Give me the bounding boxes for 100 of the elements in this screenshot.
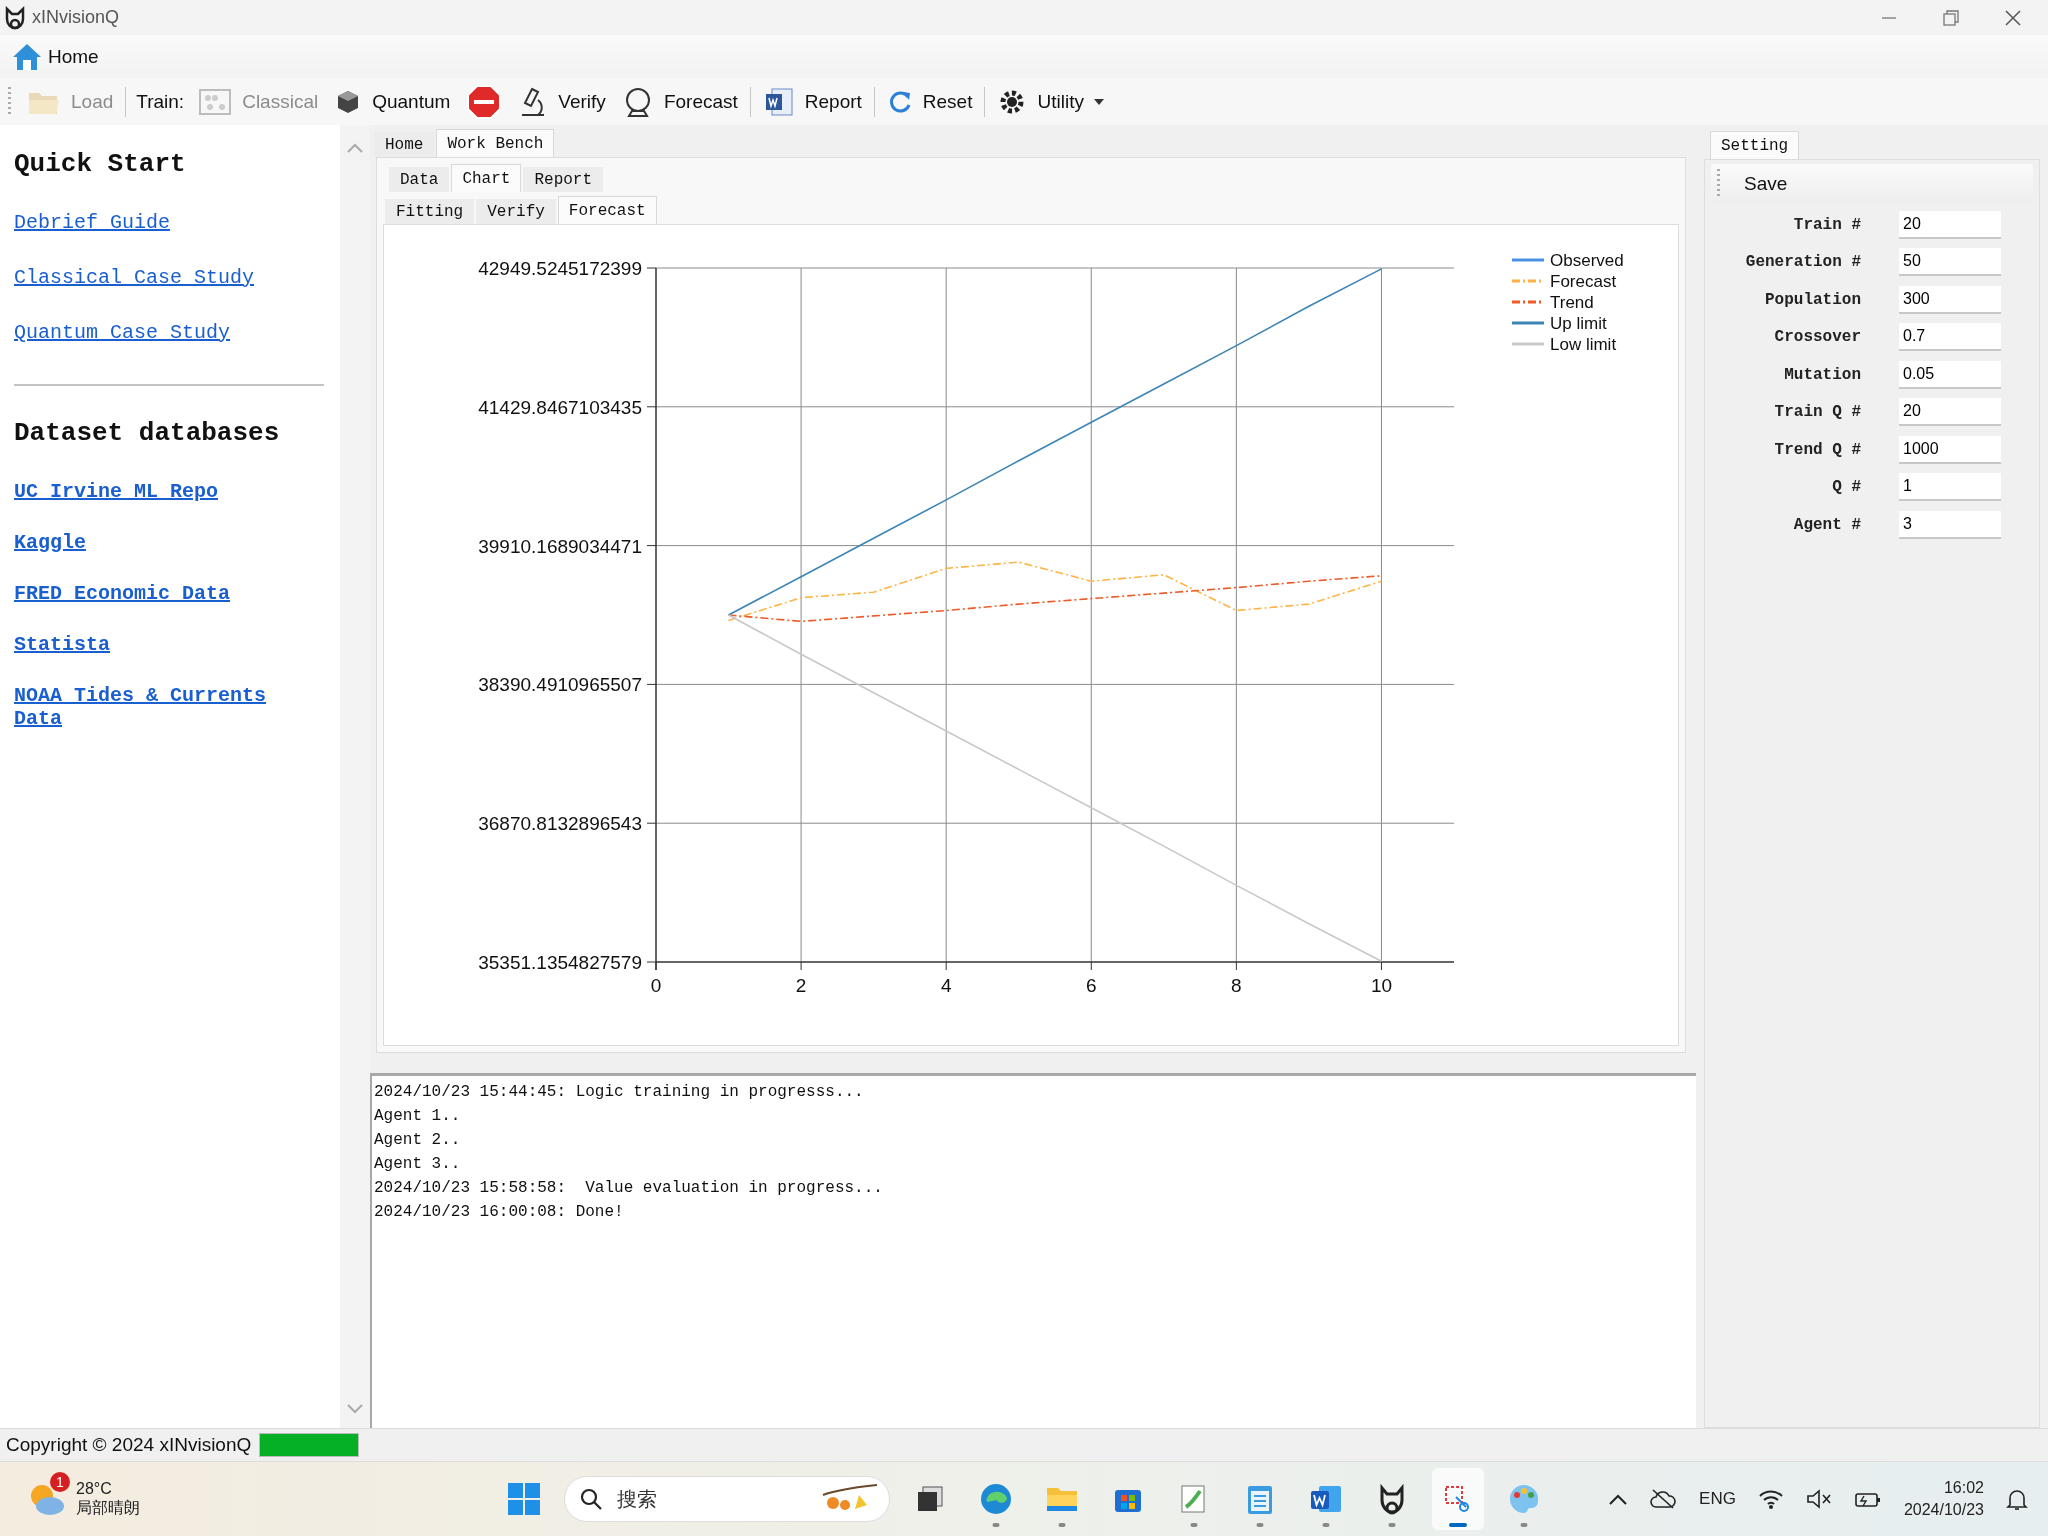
app-logo-icon — [4, 5, 26, 30]
input-field[interactable]: 300 — [1899, 285, 2001, 314]
axis-tick-label: 39910.1689034471 — [478, 535, 642, 557]
input-field[interactable]: 50 — [1899, 248, 2001, 277]
sidebar-link[interactable]: Statista — [14, 633, 304, 656]
legend-swatch — [1512, 279, 1544, 283]
tab[interactable]: Work Bench — [436, 129, 555, 157]
tab[interactable]: Chart — [451, 164, 522, 192]
windows-icon — [507, 1482, 541, 1516]
speaker-muted-icon[interactable] — [1805, 1488, 1832, 1510]
legend-label: Up limit — [1550, 314, 1607, 333]
cloud-off-icon[interactable] — [1649, 1488, 1678, 1510]
paint-icon — [1507, 1482, 1541, 1516]
field-label: Train # — [1792, 215, 1861, 234]
input-field[interactable]: 0.7 — [1899, 323, 2001, 352]
tab[interactable]: Forecast — [557, 196, 657, 224]
notification-bell-icon[interactable] — [2006, 1487, 2028, 1511]
save-button[interactable]: Save — [1740, 173, 1792, 195]
time-text: 16:02 — [1943, 1478, 1984, 1498]
axis-tick-label: 36870.8132896543 — [478, 813, 642, 835]
home-icon — [12, 41, 42, 72]
copyright-text: Copyright © 2024 xINvisionQ — [6, 1434, 252, 1456]
legend-label: Trend — [1550, 293, 1594, 312]
input-field[interactable]: 1000 — [1899, 435, 2001, 464]
menu-item[interactable]: Home — [12, 41, 99, 72]
axis-tick-label: 10 — [1370, 975, 1392, 996]
window-title: xINvisionQ — [32, 7, 120, 28]
toolbar-label: Train: — [135, 90, 186, 113]
field-label: Trend Q # — [1773, 440, 1861, 459]
axis-tick-label: 0 — [650, 975, 662, 996]
sidebar-link[interactable]: Debrief Guide — [14, 211, 304, 234]
tab[interactable]: Setting — [1710, 131, 1800, 159]
toolbar-button[interactable]: Quantum — [326, 81, 459, 122]
temperature-text: 28°C — [76, 1479, 113, 1498]
field-label: Crossover — [1773, 328, 1861, 347]
input-field[interactable]: 20 — [1899, 398, 2001, 427]
input-field[interactable]: 0.05 — [1899, 360, 2001, 389]
sidebar-link[interactable]: UC Irvine ML Repo — [14, 480, 304, 503]
clock[interactable]: 16:02 2024/10/23 — [1903, 1477, 1984, 1521]
chevron-up-icon[interactable] — [1609, 1493, 1628, 1505]
legend-swatch — [1512, 258, 1544, 262]
log-line: Agent 3.. — [374, 1154, 462, 1175]
axis-tick-label: 2 — [795, 975, 807, 996]
search-icon — [579, 1487, 603, 1511]
legend-swatch — [1512, 300, 1544, 304]
tab[interactable]: Report — [523, 167, 604, 192]
log-line: 2024/10/23 15:44:45: Logic training in progresss... — [374, 1082, 865, 1103]
log-line: 2024/10/23 15:58:58: Value evaluation in progress... — [374, 1178, 884, 1199]
tab[interactable]: Fitting — [385, 199, 475, 224]
close-icon[interactable] — [2004, 8, 2022, 27]
tab[interactable]: Data — [389, 167, 450, 192]
input-field[interactable]: 1 — [1899, 473, 2001, 502]
sidebar-link[interactable]: Classical Case Study — [14, 266, 304, 289]
tab[interactable]: Verify — [476, 199, 556, 224]
legend-swatch — [1512, 321, 1544, 325]
abacus-icon — [198, 86, 233, 117]
caret-icon — [1093, 98, 1104, 105]
field-label: Train Q # — [1773, 403, 1861, 422]
legend-label: Observed — [1550, 251, 1624, 270]
legend-label: Forecast — [1550, 272, 1617, 291]
toolbar-button[interactable]: Reset — [878, 81, 981, 122]
field-label: Agent # — [1792, 515, 1861, 534]
axis-tick-label: 35351.1354827579 — [478, 952, 642, 973]
search-input[interactable]: 搜索 — [615, 1486, 807, 1512]
browser-icon — [979, 1482, 1013, 1516]
log-line: Agent 2.. — [374, 1130, 462, 1151]
restore-icon[interactable] — [1942, 8, 1960, 27]
log-line: 2024/10/23 16:00:08: Done! — [374, 1202, 625, 1223]
axis-tick-label: 42949.5245172399 — [478, 258, 642, 279]
field-label: Mutation — [1783, 365, 1861, 384]
stop-sign-icon — [466, 83, 503, 120]
sidebar-link[interactable]: Kaggle — [14, 531, 304, 554]
axis-tick-label: 41429.8467103435 — [478, 396, 642, 418]
search-bar[interactable]: 搜索 — [564, 1476, 890, 1522]
weather-condition-text: 局部晴朗 — [76, 1497, 140, 1518]
sidebar-link[interactable]: NOAA Tides & Currents Data — [14, 684, 304, 730]
axis-tick-label: 4 — [940, 975, 952, 996]
sidebar-link[interactable]: Quantum Case Study — [14, 321, 304, 344]
input-field[interactable]: 3 — [1899, 510, 2001, 539]
axis-tick-label: 8 — [1231, 975, 1242, 996]
language-indicator[interactable]: ENG — [1699, 1489, 1736, 1509]
word-icon — [1309, 1483, 1343, 1515]
legend-label: Low limit — [1550, 335, 1617, 354]
axis-tick-label: 38390.4910965507 — [478, 674, 642, 696]
wifi-icon[interactable] — [1757, 1488, 1784, 1510]
axis-tick-label: 6 — [1086, 975, 1097, 996]
task-view-icon — [915, 1484, 945, 1514]
section-heading: Dataset databases — [14, 418, 281, 448]
toolbar-button[interactable]: Forecast — [613, 81, 746, 122]
dropdown-button[interactable]: Utility — [989, 81, 1112, 122]
toolbar-button[interactable]: Verify — [510, 81, 614, 122]
section-heading: Quick Start — [14, 149, 187, 179]
sidebar-link[interactable]: FRED Economic Data — [14, 582, 304, 605]
tab[interactable]: Home — [374, 132, 435, 157]
input-field[interactable]: 20 — [1899, 210, 2001, 239]
field-label: Q # — [1831, 478, 1861, 497]
toolbar-button[interactable]: Report — [754, 81, 870, 122]
legend-swatch — [1512, 342, 1544, 346]
log-line: Agent 1.. — [374, 1106, 462, 1127]
field-label: Generation # — [1744, 253, 1861, 272]
